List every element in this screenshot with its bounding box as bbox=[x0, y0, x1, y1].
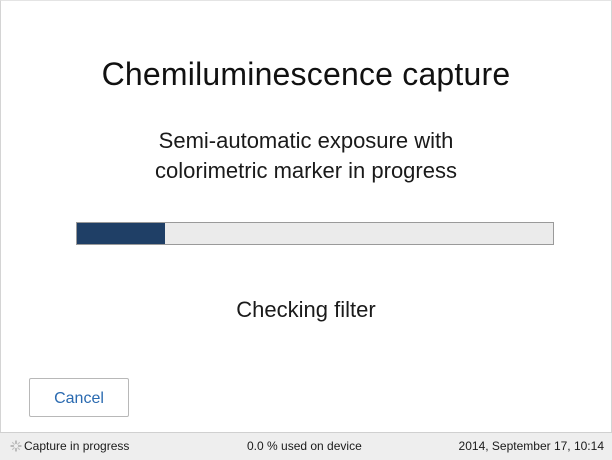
cancel-button[interactable]: Cancel bbox=[29, 378, 129, 417]
subtitle-line-2: colorimetric marker in progress bbox=[155, 158, 457, 183]
subtitle-line-1: Semi-automatic exposure with bbox=[158, 128, 454, 153]
datetime-text: 2014, September 17, 10:14 bbox=[458, 439, 604, 453]
progress-bar-fill bbox=[77, 223, 166, 244]
progress-bar bbox=[76, 222, 554, 245]
activity-text: Capture in progress bbox=[24, 439, 130, 453]
status-bar: Capture in progress 0.0 % used on device… bbox=[0, 432, 612, 460]
dialog-title: Chemiluminescence capture bbox=[101, 56, 511, 92]
dialog-subtitle: Semi-automatic exposure with colorimetri… bbox=[1, 126, 611, 186]
spinner-icon bbox=[10, 440, 22, 452]
current-step-text: Checking filter bbox=[236, 297, 376, 322]
storage-usage-text: 0.0 % used on device bbox=[247, 439, 362, 453]
capture-dialog: Chemiluminescence capture Semi-automatic… bbox=[0, 0, 612, 460]
status-activity: Capture in progress bbox=[10, 439, 129, 453]
